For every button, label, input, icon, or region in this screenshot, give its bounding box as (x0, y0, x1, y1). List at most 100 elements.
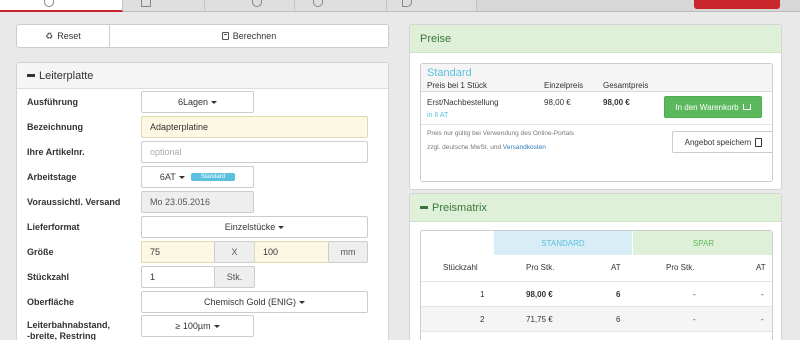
price-col-header: Preis bei 1 Stück (427, 81, 488, 90)
groesse-label: Größe (27, 246, 54, 257)
size-separator: X (214, 241, 255, 263)
preismatrix-panel: Preismatrix STANDARD SPAR Stückzahl Pro … (409, 193, 782, 340)
preise-title: Preise (420, 32, 452, 45)
ausfuehrung-select[interactable]: 6Lagen (141, 91, 254, 113)
row-artikelnr: Ihre Artikelnr. optional (17, 140, 388, 164)
col-at-spar: AT (756, 263, 766, 272)
globe-icon (313, 0, 323, 7)
row-stueckzahl: Stückzahl 1 Stk. (17, 265, 388, 289)
top-tab-bar (0, 0, 800, 12)
caret-down-icon (213, 324, 220, 328)
calculate-button[interactable]: Berechnen (110, 25, 388, 47)
arbeitstage-select[interactable]: 6AT Standard (141, 166, 254, 188)
leiterbahn-label: Leiterbahnabstand, -breite, Restring (27, 320, 110, 340)
tab-leiterplatte[interactable] (0, 0, 123, 12)
layers-icon (44, 0, 54, 7)
spar-column-header: SPAR (633, 231, 772, 255)
size-unit-text: mm (340, 247, 356, 257)
artikelnr-input[interactable]: optional (141, 141, 368, 163)
price-note-1: Preis nur gültig bei Verwendung des Onli… (427, 130, 575, 137)
einzelpreis-value: 98,00 € (544, 98, 571, 107)
col-at: AT (611, 263, 621, 272)
ausfuehrung-label: Ausführung (27, 96, 78, 107)
leiterbahn-value: ≥ 100µm (175, 321, 211, 331)
caret-down-icon (278, 225, 285, 229)
row-spar-price: - (693, 290, 696, 299)
recycle-icon: ♻ (45, 30, 54, 41)
reset-button[interactable]: ♻ Reset (17, 25, 110, 47)
row-spar-at: - (761, 315, 764, 324)
leiterplatte-title: Leiterplatte (39, 69, 94, 82)
row-qty: 1 (480, 290, 485, 299)
user-icon (402, 0, 412, 7)
calculator-icon (221, 32, 229, 40)
lieferformat-value: Einzelstücke (224, 222, 276, 232)
stueckzahl-input[interactable]: 1 (141, 266, 215, 288)
leiterplatte-header[interactable]: Leiterplatte (17, 63, 388, 89)
row-spar-price: - (693, 315, 696, 324)
pdf-icon (755, 137, 763, 147)
standard-badge: Standard (190, 173, 236, 181)
price-note-2-prefix: zzgl. deutsche MwSt. und (427, 144, 502, 151)
price-note-2: zzgl. deutsche MwSt. und Versandkosten (427, 144, 546, 151)
lieferformat-select[interactable]: Einzelstücke (141, 216, 368, 238)
row-bezeichnung: Bezeichnung Adapterplatine (17, 115, 388, 139)
stueckzahl-label: Stückzahl (27, 271, 70, 282)
bezeichnung-value: Adapterplatine (150, 122, 209, 132)
add-to-cart-label: In den Warenkorb (675, 102, 739, 112)
height-input[interactable]: 100 (254, 241, 329, 263)
row-lieferformat: Lieferformat Einzelstücke (17, 215, 388, 239)
leiterbahn-select[interactable]: ≥ 100µm (141, 315, 254, 337)
tag-icon (252, 0, 262, 7)
price-box-title: Standard (427, 67, 472, 79)
stueckzahl-value: 1 (150, 272, 156, 282)
calculate-label: Berechnen (232, 31, 277, 41)
standard-column-header: STANDARD (494, 231, 632, 255)
primary-action-button[interactable] (694, 0, 780, 9)
col-stueckzahl: Stückzahl (443, 263, 478, 272)
row-qty: 2 (480, 315, 485, 324)
panel-icon (141, 0, 151, 7)
preismatrix-header[interactable]: Preismatrix (410, 194, 781, 222)
tab-5[interactable] (387, 0, 477, 11)
oberflaeche-select[interactable]: Chemisch Gold (ENIG) (141, 291, 368, 313)
tab-2[interactable] (123, 0, 205, 11)
item-sub: in 6 AT (427, 112, 449, 119)
tab-3[interactable] (205, 0, 295, 11)
bezeichnung-input[interactable]: Adapterplatine (141, 116, 368, 138)
price-divider (421, 124, 772, 125)
preismatrix-title: Preismatrix (432, 201, 488, 214)
stueckzahl-unit: Stk. (214, 266, 255, 288)
width-input[interactable]: 75 (141, 241, 215, 263)
caret-down-icon (211, 100, 218, 104)
price-matrix-table: STANDARD SPAR Stückzahl Pro Stk. AT Pro … (420, 230, 773, 340)
gesamtpreis-value: 98,00 € (603, 98, 630, 107)
table-row[interactable]: 1 98,00 € 6 - - (421, 281, 772, 306)
einzelpreis-header: Einzelpreis (544, 81, 584, 90)
row-arbeitstage: Arbeitstage 6AT Standard (17, 165, 388, 189)
toolbar: ♻ Reset Berechnen (16, 24, 389, 48)
collapse-icon (27, 74, 35, 77)
caret-down-icon (299, 300, 306, 304)
cart-icon (742, 104, 751, 110)
versandkosten-link[interactable]: Versandkosten (503, 144, 546, 151)
row-price: 71,75 € (526, 315, 553, 324)
size-unit: mm (328, 241, 368, 263)
preise-header: Preise (410, 25, 781, 53)
save-quote-button[interactable]: Angebot speichern (672, 131, 772, 153)
table-row[interactable]: 2 71,75 € 6 - - (421, 306, 772, 331)
preise-panel: Preise Standard Preis bei 1 Stück Einzel… (409, 24, 782, 190)
col-pro-stk: Pro Stk. (526, 263, 555, 272)
oberflaeche-label: Oberfläche (27, 296, 75, 307)
standard-header-text: STANDARD (541, 238, 585, 248)
size-separator-text: X (231, 247, 238, 257)
artikelnr-placeholder: optional (150, 147, 182, 157)
add-to-cart-button[interactable]: In den Warenkorb (664, 96, 762, 118)
gesamtpreis-header: Gesamtpreis (603, 81, 649, 90)
table-row[interactable] (421, 331, 772, 340)
tab-4[interactable] (295, 0, 387, 11)
matrix-header-row: Stückzahl Pro Stk. AT Pro Stk. AT (421, 255, 772, 280)
col-pro-stk-spar: Pro Stk. (666, 263, 695, 272)
lieferformat-label: Lieferformat (27, 221, 80, 232)
row-at: 6 (616, 315, 621, 324)
